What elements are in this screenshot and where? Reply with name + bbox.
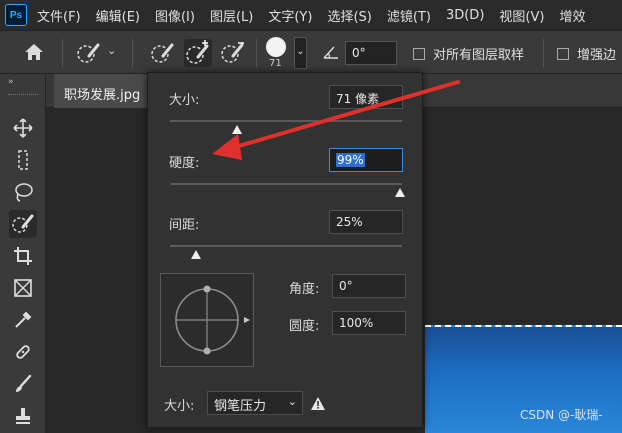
sample-all-layers-checkbox[interactable] <box>413 48 425 60</box>
quick-selection-preset-icon[interactable] <box>76 41 102 69</box>
brush-size-readout: 71 <box>269 58 282 69</box>
crop-tool-icon[interactable] <box>9 242 37 270</box>
subtract-from-selection-icon[interactable] <box>220 41 246 69</box>
hardness-slider-thumb[interactable] <box>394 188 405 197</box>
toolbar-grip[interactable] <box>8 94 38 97</box>
hardness-slider-track[interactable] <box>170 183 402 185</box>
photoshop-logo: Ps <box>5 4 27 26</box>
pressure-size-label: 大小: <box>164 399 195 414</box>
spacing-slider-thumb[interactable] <box>190 250 201 259</box>
tools-panel: » <box>0 74 46 433</box>
options-bar: ⌄ 71 ⌄ 0° 对所有图层取样 增强边 <box>0 30 622 74</box>
collapse-toolbar-icon[interactable]: » <box>8 77 14 87</box>
enhance-edge-label: 增强边 <box>577 48 617 63</box>
pressure-dropdown-value: 钢笔压力 <box>214 399 267 414</box>
marquee-tool-icon[interactable] <box>9 146 37 174</box>
menu-edit[interactable]: 编辑(E) <box>96 6 140 25</box>
frame-tool-icon[interactable] <box>9 274 37 302</box>
eyedropper-tool-icon[interactable] <box>9 306 37 334</box>
document-tab[interactable]: 职场发展.jpg <box>54 74 151 108</box>
roundness-label: 圆度: <box>289 319 320 334</box>
enhance-edge-checkbox[interactable] <box>557 48 569 60</box>
size-slider-track[interactable] <box>170 120 402 122</box>
warning-icon <box>310 396 326 415</box>
sample-all-layers-label: 对所有图层取样 <box>433 48 525 63</box>
menu-bar: Ps 文件(F) 编辑(E) 图像(I) 图层(L) 文字(Y) 选择(S) 滤… <box>0 0 622 30</box>
spacing-label: 间距: <box>169 218 200 233</box>
hardness-field[interactable]: 99% <box>329 148 403 172</box>
angle-input[interactable]: 0° <box>332 274 406 298</box>
brush-preview-swatch[interactable] <box>266 37 286 57</box>
angle-icon <box>323 45 339 63</box>
size-field[interactable]: 71 像素 <box>329 85 403 109</box>
menu-view[interactable]: 视图(V) <box>499 6 544 25</box>
menu-layer[interactable]: 图层(L) <box>210 6 253 25</box>
hardness-label: 硬度: <box>169 156 200 171</box>
menu-select[interactable]: 选择(S) <box>327 6 371 25</box>
brush-picker-dropdown[interactable]: ⌄ <box>294 37 307 69</box>
menu-image[interactable]: 图像(I) <box>155 6 195 25</box>
stamp-tool-icon[interactable] <box>9 402 37 430</box>
spacing-slider-track[interactable] <box>170 245 402 247</box>
angle-label: 角度: <box>289 282 320 297</box>
home-icon[interactable] <box>23 42 45 66</box>
chevron-down-icon[interactable]: ⌄ <box>107 44 116 57</box>
chevron-down-icon: ⌄ <box>287 395 297 408</box>
healing-brush-tool-icon[interactable] <box>9 338 37 366</box>
angle-field[interactable]: 0° <box>345 41 397 65</box>
size-slider-thumb[interactable] <box>232 125 243 134</box>
menu-filter[interactable]: 滤镜(T) <box>387 6 431 25</box>
lasso-tool-icon[interactable] <box>9 178 37 206</box>
new-selection-icon[interactable] <box>150 41 176 69</box>
hardness-value-selected: 99% <box>336 153 365 167</box>
move-tool-icon[interactable] <box>9 114 37 142</box>
spacing-field[interactable]: 25% <box>329 210 403 234</box>
brush-tool-icon[interactable] <box>9 370 37 398</box>
brush-tip-preview[interactable] <box>160 273 254 367</box>
menu-type[interactable]: 文字(Y) <box>268 6 312 25</box>
menu-3d[interactable]: 3D(D) <box>446 8 484 23</box>
add-to-selection-icon[interactable] <box>184 39 212 71</box>
pressure-dropdown[interactable]: 钢笔压力 ⌄ <box>207 391 303 415</box>
menu-plugins[interactable]: 增效 <box>559 6 585 25</box>
brush-settings-panel: 大小: 71 像素 硬度: 99% 间距: 25% 角度: 0° 圆度: 100… <box>147 72 423 428</box>
quick-selection-tool-icon[interactable] <box>9 210 37 238</box>
watermark-text: CSDN @-耿瑞- <box>520 408 603 422</box>
menu-file[interactable]: 文件(F) <box>37 6 81 25</box>
size-label: 大小: <box>169 93 200 108</box>
roundness-input[interactable]: 100% <box>332 311 406 335</box>
